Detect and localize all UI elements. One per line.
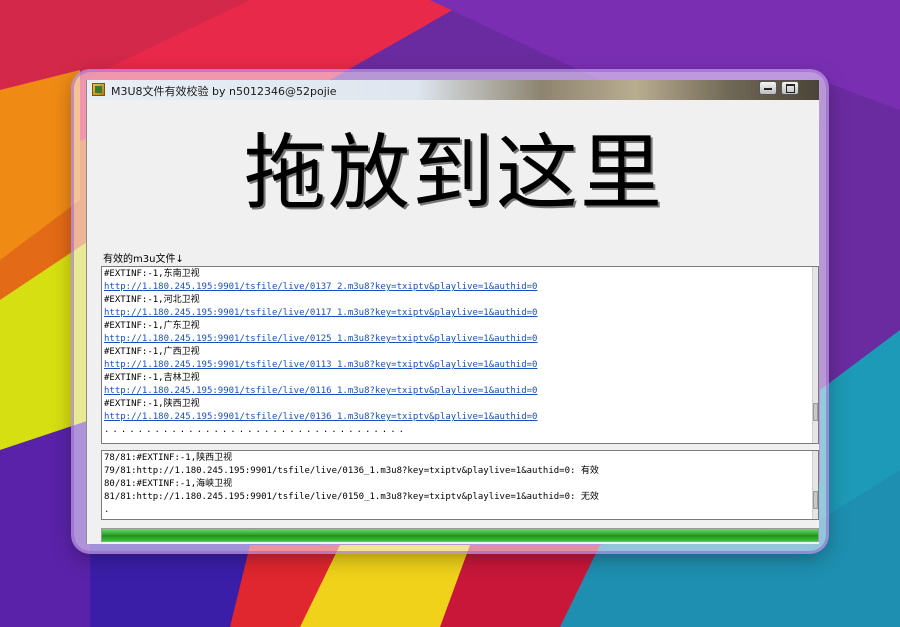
log-line: 80/81:#EXTINF:-1,海峡卫视	[104, 479, 233, 489]
minimize-button[interactable]	[759, 81, 777, 95]
extinf-line: #EXTINF:-1,广东卫视	[104, 321, 200, 331]
log-line: 81/81:http://1.180.245.195:9901/tsfile/l…	[104, 492, 599, 502]
app-window: M3U8文件有效校验 by n5012346@52pojie 拖放到这里 有效的…	[86, 80, 819, 544]
extinf-line: #EXTINF:-1,河北卫视	[104, 295, 200, 305]
maximize-icon	[786, 84, 795, 93]
extinf-line: #EXTINF:-1,广西卫视	[104, 347, 200, 357]
valid-files-lines: #EXTINF:-1,东南卫视 http://1.180.245.195:9901…	[102, 267, 818, 437]
valid-files-label: 有效的m3u文件↓	[103, 254, 184, 265]
stream-url-link[interactable]: http://1.180.245.195:9901/tsfile/live/01…	[104, 359, 818, 372]
log-line: .	[104, 505, 110, 515]
log-scrollbar[interactable]	[812, 451, 818, 519]
progress-fill	[102, 529, 818, 541]
extinf-line: #EXTINF:-1,东南卫视	[104, 269, 200, 279]
extinf-line: #EXTINF:-1,陕西卫视	[104, 399, 200, 409]
scroll-thumb[interactable]	[813, 403, 818, 421]
log-line: 79/81:http://1.180.245.195:9901/tsfile/l…	[104, 466, 599, 476]
stream-url-link[interactable]: http://1.180.245.195:9901/tsfile/live/01…	[104, 333, 818, 346]
window-title: M3U8文件有效校验 by n5012346@52pojie	[111, 85, 337, 98]
app-icon	[92, 83, 105, 96]
drop-zone-text: 拖放到这里	[243, 126, 664, 221]
stream-url-link[interactable]: http://1.180.245.195:9901/tsfile/live/01…	[104, 281, 818, 294]
stream-url-link[interactable]: http://1.180.245.195:9901/tsfile/live/01…	[104, 307, 818, 320]
log-line: 78/81:#EXTINF:-1,陕西卫视	[104, 453, 233, 463]
title-bar[interactable]: M3U8文件有效校验 by n5012346@52pojie	[87, 80, 819, 100]
scroll-thumb[interactable]	[813, 491, 818, 509]
log-lines: 78/81:#EXTINF:-1,陕西卫视 79/81:http://1.180.…	[102, 451, 818, 517]
extinf-line: #EXTINF:-1,吉林卫视	[104, 373, 200, 383]
log-textbox[interactable]: 78/81:#EXTINF:-1,陕西卫视 79/81:http://1.180.…	[101, 450, 819, 520]
drop-zone[interactable]: 拖放到这里	[91, 104, 817, 244]
valid-files-scrollbar[interactable]	[812, 267, 818, 443]
valid-files-textbox[interactable]: #EXTINF:-1,东南卫视 http://1.180.245.195:9901…	[101, 266, 819, 444]
progress-bar	[101, 528, 819, 542]
minimize-icon	[764, 88, 772, 90]
stream-url-link[interactable]: http://1.180.245.195:9901/tsfile/live/01…	[104, 411, 818, 424]
stream-url-link[interactable]: http://1.180.245.195:9901/tsfile/live/01…	[104, 385, 818, 398]
maximize-button[interactable]	[781, 81, 799, 95]
truncation-dots: ....................................	[104, 425, 408, 435]
